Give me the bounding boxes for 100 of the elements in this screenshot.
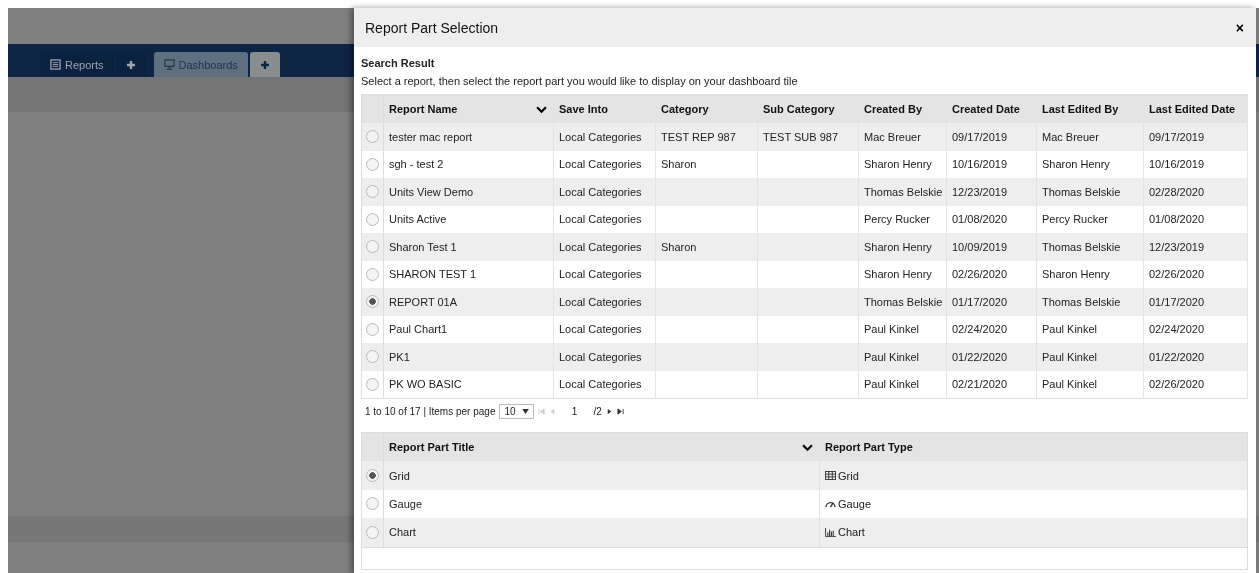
grid-icon: [825, 471, 836, 481]
radio-button[interactable]: [366, 212, 379, 226]
table-cell: Mac Breuer: [1042, 130, 1099, 143]
nav-tab[interactable]: Reports: [40, 52, 114, 77]
table-cell: 01/17/2020: [1149, 295, 1205, 308]
radio-button[interactable]: [366, 185, 379, 199]
table-cell: 02/24/2020: [1149, 323, 1205, 336]
table-cell: Local Categories: [559, 295, 642, 308]
radio-button[interactable]: [366, 295, 379, 309]
radio-button[interactable]: [366, 469, 379, 483]
table-cell: 02/26/2020: [1149, 378, 1205, 391]
table-cell: Gauge: [389, 497, 423, 510]
radio-button[interactable]: [366, 130, 379, 144]
dropdown-icon: [521, 408, 529, 414]
radio-button[interactable]: [366, 525, 379, 539]
add-button[interactable]: [249, 52, 280, 77]
dialog-title: Report Part Selection: [365, 19, 499, 36]
table-cell: Paul Kinkel: [864, 350, 920, 363]
table-cell: Sharon Henry: [864, 268, 932, 281]
table-cell: Paul Kinkel: [1042, 323, 1098, 336]
radio-button[interactable]: [366, 157, 379, 171]
page-total: /2: [593, 405, 602, 417]
table-cell: Grid: [389, 469, 410, 482]
table-cell: Sharon Henry: [1042, 268, 1110, 281]
radio-button[interactable]: [366, 322, 379, 336]
table-cell: Paul Chart1: [389, 323, 448, 336]
table-cell: 02/28/2020: [1149, 185, 1205, 198]
table-cell: 10/09/2019: [952, 240, 1008, 253]
table-cell: Local Categories: [559, 323, 642, 336]
page-size-select[interactable]: 10: [499, 403, 534, 419]
table-cell: 02/21/2020: [952, 378, 1008, 391]
table-cell: Units Active: [389, 213, 447, 226]
bar-chart-icon: [825, 527, 836, 537]
table-cell: Thomas Belskie: [1042, 185, 1121, 198]
pager-summary: 1 to 10 of 17 | Items per page: [365, 405, 496, 417]
table-cell: Local Categories: [559, 213, 642, 226]
table-cell: 02/26/2020: [1149, 268, 1205, 281]
table-cell: Gauge: [838, 497, 872, 510]
table-cell: Local Categories: [559, 268, 642, 281]
table-cell: Sharon Henry: [1042, 158, 1110, 171]
table-cell: Paul Kinkel: [1042, 378, 1098, 391]
table-cell: 01/17/2020: [952, 295, 1008, 308]
table-cell: Sharon: [661, 158, 697, 171]
table-cell: Grid: [838, 469, 859, 482]
table-cell: Thomas Belskie: [1042, 240, 1121, 253]
table-cell: Local Categories: [559, 185, 642, 198]
table-cell: 02/24/2020: [952, 323, 1008, 336]
close-button[interactable]: ×: [1235, 19, 1244, 36]
table-cell: 01/08/2020: [1149, 213, 1205, 226]
gauge-icon: [825, 499, 836, 509]
last-page-icon[interactable]: [616, 407, 624, 415]
table-cell: 09/17/2019: [952, 130, 1008, 143]
previous-page-icon[interactable]: [548, 407, 556, 415]
radio-button[interactable]: [366, 350, 379, 364]
monitor-icon: [163, 59, 175, 70]
table-cell: Paul Kinkel: [864, 378, 920, 391]
column-header[interactable]: Report Part Type: [820, 433, 1247, 462]
radio-button[interactable]: [366, 377, 379, 391]
table-cell: Sharon Test 1: [389, 240, 457, 253]
table-cell: 10/16/2019: [1149, 158, 1205, 171]
table-cell: sgh - test 2: [389, 158, 444, 171]
table-cell: Local Categories: [559, 130, 642, 143]
table-cell: tester mac report: [389, 130, 473, 143]
table-cell: Units View Demo: [389, 185, 474, 198]
table-cell: Chart: [838, 526, 865, 539]
table-cell: Thomas Belskie: [1042, 295, 1121, 308]
table-cell: REPORT 01A: [389, 295, 458, 308]
table-cell: 12/23/2019: [952, 185, 1008, 198]
table-cell: Percy Rucker: [864, 213, 931, 226]
add-button[interactable]: [115, 52, 146, 77]
next-page-icon[interactable]: [605, 407, 613, 415]
radio-button[interactable]: [366, 497, 379, 511]
table-cell: 02/26/2020: [952, 268, 1008, 281]
table-cell: 09/17/2019: [1149, 130, 1205, 143]
section-title: Search Result: [361, 57, 436, 70]
table-cell: Sharon Henry: [864, 240, 932, 253]
table-cell: Thomas Belskie: [864, 295, 943, 308]
table-cell: PK WO BASIC: [389, 378, 462, 391]
plus-icon: [259, 59, 270, 70]
table-cell: Local Categories: [559, 158, 642, 171]
instruction-text: Select a report, then select the report part you would like to display on your dashboard tile: [361, 75, 799, 88]
table-cell: Sharon: [661, 240, 697, 253]
table-cell: Mac Breuer: [864, 130, 921, 143]
table-cell: Paul Kinkel: [864, 323, 920, 336]
table-cell: Local Categories: [559, 240, 642, 253]
table-cell: TEST REP 987: [661, 130, 736, 143]
table-cell: PK1: [389, 350, 410, 363]
table-cell: Local Categories: [559, 378, 642, 391]
table-cell: Local Categories: [559, 350, 642, 363]
table-cell: SHARON TEST 1: [389, 268, 476, 281]
table-cell: Sharon Henry: [864, 158, 932, 171]
table-cell: TEST SUB 987: [763, 130, 838, 143]
first-page-icon[interactable]: [537, 407, 545, 415]
radio-button[interactable]: [366, 240, 379, 254]
table-cell: Paul Kinkel: [1042, 350, 1098, 363]
page-input[interactable]: 1: [559, 405, 590, 417]
plus-icon: [125, 59, 136, 70]
report-icon: [50, 59, 61, 70]
radio-button[interactable]: [366, 267, 379, 281]
table-cell: 10/16/2019: [952, 158, 1008, 171]
